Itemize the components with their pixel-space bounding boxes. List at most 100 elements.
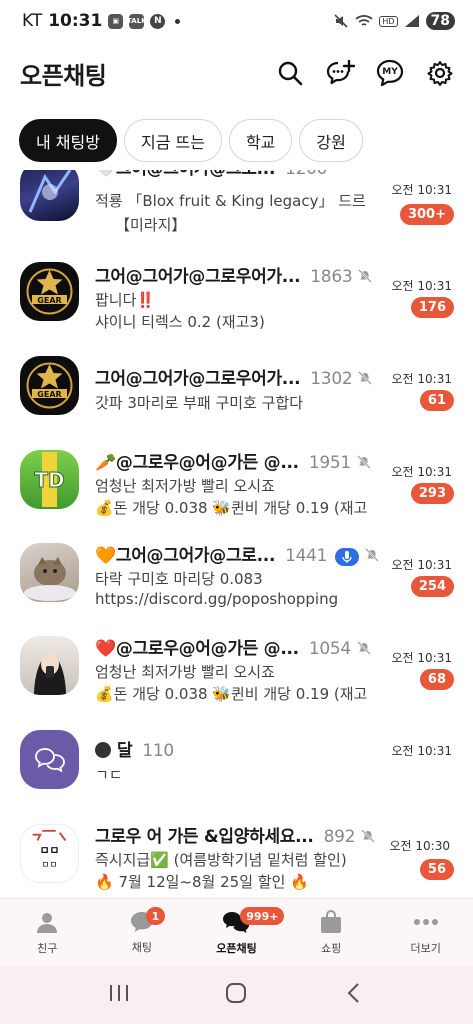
member-count: 1863 xyxy=(310,267,353,287)
last-message: 팝니다‼️ xyxy=(95,291,156,309)
chat-room-name: 🧡그어@그어가@그로... 1441 xyxy=(95,541,380,566)
page-title: 오픈채팅 xyxy=(20,61,107,90)
back-icon xyxy=(347,983,359,1003)
chat-room-row[interactable]: 🤍그어@그어가@그로...1200 적룡 「Blox fruit & King … xyxy=(0,170,473,251)
app-header: 오픈채팅 MY xyxy=(0,42,473,104)
last-message-line2: 🔥 7월 12일~8월 25일 할인 🔥 xyxy=(95,873,309,891)
chat-room-row[interactable]: ❤️@그로우@어@가든 @... 1054 엄청난 최저가방 빨리 오시죠 💰돈 … xyxy=(0,619,473,712)
carrier-label: KT xyxy=(22,11,43,31)
chat-room-row[interactable]: 달 110 ㄱㄷ 오전 10:31 xyxy=(0,712,473,805)
home-icon xyxy=(226,983,247,1003)
signal-icon xyxy=(404,15,419,27)
my-profile-button[interactable]: MY xyxy=(375,58,405,88)
chat-room-avatar xyxy=(20,170,79,221)
unread-badge: 176 xyxy=(410,297,454,318)
new-openchat-button[interactable] xyxy=(325,58,355,88)
home-button[interactable] xyxy=(225,982,247,1008)
tab-my-chatrooms[interactable]: 내 채팅방 xyxy=(19,119,117,162)
more-dots-icon xyxy=(413,918,438,925)
member-count: 110 xyxy=(142,741,174,761)
nav-shopping[interactable]: 쇼핑 xyxy=(284,899,379,966)
tab-gangwon[interactable]: 강원 xyxy=(299,119,363,162)
chat-room-row[interactable]: TD 🥕@그로우@어@가든 @... 1951 엄청난 최저가방 빨리 오시죠 💰… xyxy=(0,433,473,526)
chat-room-avatar: GEAR xyxy=(20,262,79,321)
nav-label: 쇼핑 xyxy=(320,941,342,955)
last-message: 갓파 3마리로 부패 구미호 구합다 xyxy=(95,394,304,412)
svg-text:GEAR: GEAR xyxy=(37,296,61,305)
my-label: MY xyxy=(382,66,398,77)
chat-room-avatar: TD xyxy=(20,450,79,509)
chat-room-name: 🥕@그로우@어@가든 @... 1951 xyxy=(95,448,371,473)
timestamp: 오전 10:30 xyxy=(389,839,450,853)
chat-room-name: ❤️@그로우@어@가든 @... 1054 xyxy=(95,634,371,659)
bell-muted-icon xyxy=(365,548,380,562)
settings-button[interactable] xyxy=(425,58,455,88)
nav-friends[interactable]: 친구 xyxy=(0,899,95,966)
svg-text:GEAR: GEAR xyxy=(37,390,61,399)
unread-badge: 254 xyxy=(410,576,454,597)
last-message: 엄청난 최저가방 빨리 오시죠 xyxy=(95,663,275,681)
chat-list[interactable]: 🤍그어@그어가@그로...1200 적룡 「Blox fruit & King … xyxy=(0,170,473,898)
shopping-bag-icon xyxy=(321,909,342,933)
chat-room-avatar xyxy=(20,730,79,789)
chat-room-avatar: ㅁㅁ ㅁㅁ xyxy=(20,824,79,883)
chat-room-name: 그어@그어가@그로우어가... 1302 xyxy=(95,364,373,389)
last-message: 타락 구미호 마리당 0.083 xyxy=(95,570,263,588)
chat-room-name: 그로우 어 가든 &입양하세요... 892 xyxy=(95,822,376,847)
chat-room-avatar xyxy=(20,543,79,602)
tab-trending[interactable]: 지금 뜨는 xyxy=(123,119,222,162)
svg-text:ㅁㅁ: ㅁㅁ xyxy=(40,844,60,857)
chat-room-row[interactable]: 🧡그어@그어가@그로... 1441 타락 구미호 마리당 0.083 https… xyxy=(0,526,473,619)
more-notifications-icon xyxy=(175,18,181,24)
last-message: 즉시지급✅ (여름방학기념 밑처럼 할인) xyxy=(95,851,347,869)
last-message-line2: 💰돈 개당 0.038 🐝퀸비 개당 0.19 (재고 xyxy=(95,685,368,703)
nav-label: 친구 xyxy=(37,941,58,955)
bell-muted-icon xyxy=(358,269,373,283)
nav-label: 더보기 xyxy=(410,941,441,955)
default-chat-icon xyxy=(34,747,65,773)
svg-text:TD: TD xyxy=(34,468,64,492)
last-message: 적룡 「Blox fruit & King legacy」 드르 xyxy=(95,192,366,210)
search-button[interactable] xyxy=(275,58,305,88)
naver-notification-icon: N xyxy=(150,13,166,29)
wifi-icon xyxy=(355,15,373,26)
chat-room-avatar xyxy=(20,636,79,695)
timestamp: 오전 10:31 xyxy=(391,183,452,197)
nav-chats[interactable]: 1 채팅 xyxy=(95,899,190,966)
clock: 10:31 xyxy=(48,11,103,31)
recent-apps-icon xyxy=(109,985,128,1001)
tab-school[interactable]: 학교 xyxy=(228,119,293,162)
svg-text:ㅁㅁ: ㅁㅁ xyxy=(42,861,58,871)
chat-room-name: 달 110 xyxy=(95,736,174,761)
recent-apps-button[interactable] xyxy=(108,982,130,1008)
last-message: 엄청난 최저가방 빨리 오시죠 xyxy=(95,477,275,495)
back-button[interactable] xyxy=(343,982,365,1008)
chat-room-row[interactable]: ㅁㅁ ㅁㅁ 그로우 어 가든 &입양하세요... 892 즉시지급✅ (여름방학기념… xyxy=(0,807,473,898)
chat-room-name: 그어@그어가@그로우어가... 1863 xyxy=(95,262,373,287)
chat-room-row[interactable]: GEAR 그어@그어가@그로우어가... 1302 갓파 3마리로 부패 구미호 … xyxy=(0,340,473,433)
chat-room-name: 🤍그어@그어가@그로...1200 xyxy=(95,170,328,179)
person-icon xyxy=(37,912,58,933)
last-message-line2: https://discord.gg/poposhopping xyxy=(95,590,339,608)
chat-room-row[interactable]: GEAR 그어@그어가@그로우어가... 1863 팝니다‼️ 샤이니 티렉스 0… xyxy=(0,247,473,340)
tab-bar: 내 채팅방 지금 뜨는 학교 강원 xyxy=(19,119,363,162)
nav-more[interactable]: 더보기 xyxy=(378,899,473,966)
timestamp: 오전 10:31 xyxy=(391,744,452,758)
nav-openchat[interactable]: 999+ 오픈채팅 xyxy=(189,899,285,966)
hd-icon: HD xyxy=(379,15,398,27)
gear-icon xyxy=(427,61,453,86)
group-indicator-icon xyxy=(95,742,111,758)
last-message-line2: 샤이니 티렉스 0.2 (재고3) xyxy=(95,313,265,331)
chat-add-icon xyxy=(326,59,355,85)
member-count: 892 xyxy=(323,827,356,847)
battery-level: 78 xyxy=(425,12,455,30)
timestamp: 오전 10:31 xyxy=(391,558,452,572)
timestamp: 오전 10:31 xyxy=(391,279,452,293)
chat-room-avatar: GEAR xyxy=(20,356,79,415)
bell-muted-icon xyxy=(357,455,371,469)
nav-label: 채팅 xyxy=(131,940,153,954)
member-count: 1302 xyxy=(310,369,353,389)
mute-icon xyxy=(334,14,348,28)
last-message: ㄱㄷ xyxy=(95,766,123,784)
last-message-line2: 💰돈 개당 0.038 🐝퀸비 개당 0.19 (재고 xyxy=(95,499,368,517)
